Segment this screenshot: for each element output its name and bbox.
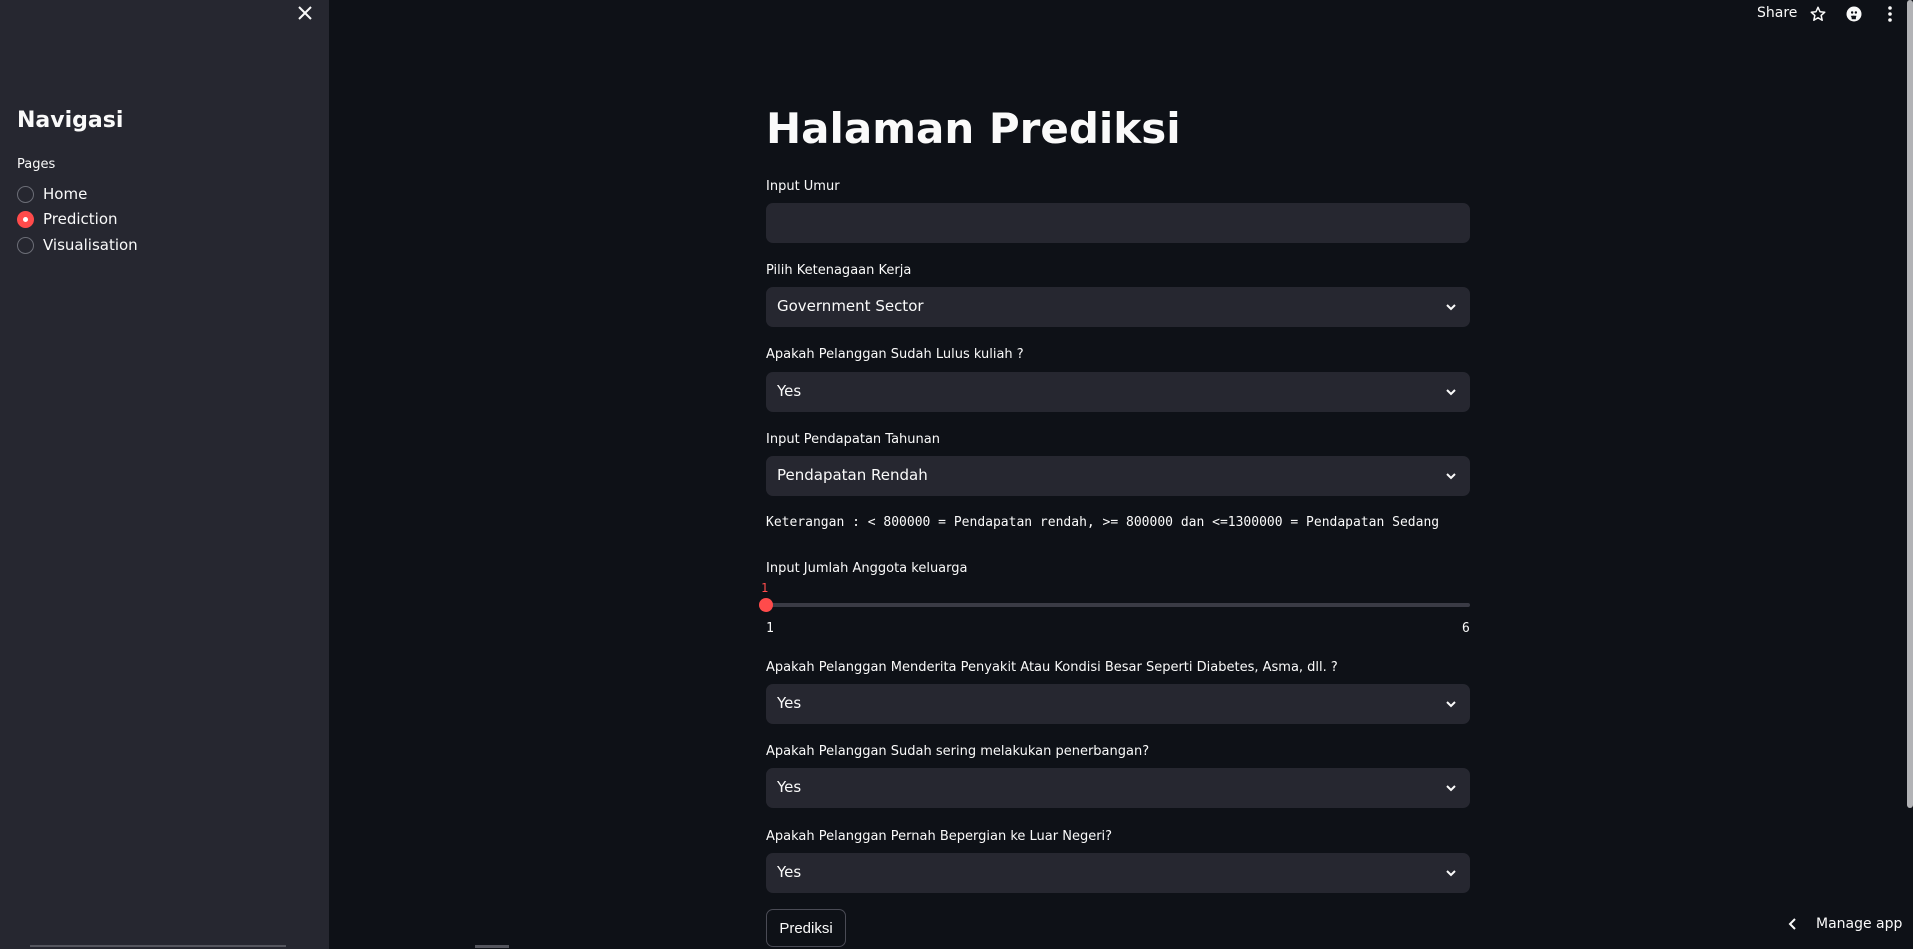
manage-app-button[interactable]: Manage app xyxy=(1788,916,1902,932)
share-button[interactable]: Share xyxy=(1757,5,1797,21)
graduated-value: Yes xyxy=(777,382,802,400)
frequent-flyer-value: Yes xyxy=(777,778,802,796)
pages-label: Pages xyxy=(17,157,56,172)
sidebar-item-home[interactable]: Home xyxy=(17,183,87,205)
radio-icon[interactable] xyxy=(17,185,34,203)
chevron-down-icon xyxy=(1446,785,1456,792)
disease-value: Yes xyxy=(777,694,802,712)
slider-min: 1 xyxy=(766,621,774,636)
more-vertical-icon[interactable] xyxy=(1880,4,1900,24)
family-slider-thumb[interactable] xyxy=(759,598,773,612)
age-input[interactable] xyxy=(766,203,1470,243)
radio-icon-checked[interactable] xyxy=(17,210,34,228)
chevron-down-icon xyxy=(1446,473,1456,480)
graduated-select[interactable]: Yes xyxy=(766,372,1470,412)
family-slider-track[interactable] xyxy=(766,603,1470,607)
slider-value: 1 xyxy=(761,581,769,595)
chevron-down-icon xyxy=(1446,870,1456,877)
employment-label: Pilih Ketenagaan Kerja xyxy=(766,263,912,278)
predict-button[interactable]: Prediksi xyxy=(766,909,846,947)
star-icon[interactable] xyxy=(1808,4,1828,24)
github-icon[interactable] xyxy=(1844,4,1864,24)
vertical-scrollbar[interactable] xyxy=(1907,0,1913,808)
chevron-down-icon xyxy=(1446,389,1456,396)
graduated-label: Apakah Pelanggan Sudah Lulus kuliah ? xyxy=(766,347,1024,362)
abroad-label: Apakah Pelanggan Pernah Bepergian ke Lua… xyxy=(766,829,1113,844)
income-label: Input Pendapatan Tahunan xyxy=(766,432,940,447)
sidebar-scrollbar[interactable] xyxy=(30,945,286,947)
chevron-down-icon xyxy=(1446,304,1456,311)
frequent-flyer-select[interactable]: Yes xyxy=(766,768,1470,808)
slider-max: 6 xyxy=(1462,621,1470,636)
sidebar-title: Navigasi xyxy=(17,108,124,133)
frequent-flyer-label: Apakah Pelanggan Sudah sering melakukan … xyxy=(766,744,1150,759)
abroad-value: Yes xyxy=(777,863,802,881)
income-select[interactable]: Pendapatan Rendah xyxy=(766,456,1470,496)
radio-icon[interactable] xyxy=(17,236,34,254)
disease-label: Apakah Pelanggan Menderita Penyakit Atau… xyxy=(766,660,1338,675)
chevron-down-icon xyxy=(1446,701,1456,708)
sidebar-item-label: Visualisation xyxy=(43,236,138,254)
income-value: Pendapatan Rendah xyxy=(777,466,928,484)
manage-app-label: Manage app xyxy=(1816,916,1903,932)
abroad-select[interactable]: Yes xyxy=(766,853,1470,893)
page-title: Halaman Prediksi xyxy=(766,104,1181,153)
horizontal-scrollbar[interactable] xyxy=(475,945,509,948)
chevron-left-icon xyxy=(1788,918,1796,930)
employment-value: Government Sector xyxy=(777,297,924,315)
family-label: Input Jumlah Anggota keluarga xyxy=(766,561,968,576)
close-icon[interactable] xyxy=(294,4,316,26)
sidebar-item-prediction[interactable]: Prediction xyxy=(17,208,118,230)
sidebar-item-visualisation[interactable]: Visualisation xyxy=(17,234,138,256)
sidebar-item-label: Home xyxy=(43,185,88,203)
sidebar: Navigasi Pages Home Prediction Visualisa… xyxy=(0,0,329,949)
age-label: Input Umur xyxy=(766,179,840,194)
employment-select[interactable]: Government Sector xyxy=(766,287,1470,327)
disease-select[interactable]: Yes xyxy=(766,684,1470,724)
sidebar-item-label: Prediction xyxy=(43,210,118,228)
income-note: Keterangan : < 800000 = Pendapatan renda… xyxy=(766,515,1440,530)
